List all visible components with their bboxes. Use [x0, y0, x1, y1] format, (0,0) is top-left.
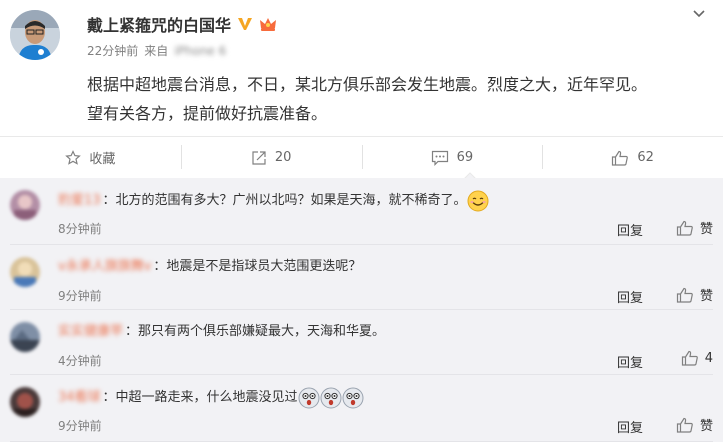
smile-emoji-icon — [467, 190, 489, 212]
comment-text: ：那只有两个俱乐部嫌疑最大，天海和华夏。 — [125, 324, 386, 339]
comment-body: 34看球 ：中超一路走来，什么地震没见过 — [58, 387, 364, 409]
member-crown-icon[interactable] — [259, 16, 277, 32]
like-count: 62 — [637, 150, 654, 165]
commenter-name[interactable]: 实实健康苹 — [58, 322, 123, 342]
comment-like-label: 赞 — [699, 419, 713, 434]
favorite-label: 收藏 — [89, 152, 116, 167]
comment-like-button[interactable]: 赞 — [676, 218, 713, 237]
comment-time: 4分钟前 — [58, 354, 102, 368]
comment-body: 豹爱13 ：北方的范围有多大？广州以北吗？如果是天海，就不稀奇了。 — [58, 190, 489, 212]
comment-like-button[interactable]: 4 — [681, 350, 713, 366]
thumbs-up-icon — [676, 417, 693, 433]
comment-like-count: 4 — [704, 350, 713, 366]
shocked-emoji-icon — [320, 387, 342, 409]
like-button[interactable]: 62 — [542, 137, 723, 178]
commenter-name[interactable]: 34看球 — [58, 388, 101, 408]
post-source-label: 来自 — [144, 44, 169, 58]
repost-icon — [252, 150, 266, 165]
post-time[interactable]: 22分钟前 — [87, 42, 138, 59]
comment-body: 实实健康苹 ：那只有两个俱乐部嫌疑最大，天海和华夏。 — [58, 322, 385, 342]
shocked-emoji-icon — [298, 387, 320, 409]
author-name[interactable]: 戴上紧箍咒的白国华 — [87, 12, 231, 36]
comment-text: ：地震是不是指球员大范围更迭呢？ — [153, 259, 362, 274]
chevron-down-icon[interactable] — [691, 6, 707, 22]
thumbs-up-icon — [612, 150, 629, 166]
reply-button[interactable]: 回复 — [617, 417, 643, 436]
post-text-line: 根据中超地震台消息，不日，某北方俱乐部会发生地震。烈度之大，近年罕见。 — [87, 75, 648, 94]
post-source-device[interactable]: iPhone 6 — [174, 44, 226, 58]
thumbs-up-icon — [676, 287, 693, 303]
post-meta: 22分钟前 来自 iPhone 6 — [87, 42, 226, 59]
comment-time: 9分钟前 — [58, 289, 102, 303]
commenter-avatar[interactable] — [10, 387, 40, 417]
commenter-name[interactable]: 豹爱13 — [58, 191, 101, 211]
comment-time: 8分钟前 — [58, 222, 102, 236]
comment-time: 9分钟前 — [58, 419, 102, 433]
comment-item: v永承人旗旗舞v ：地震是不是指球员大范围更迭呢？ 9分钟前 回复 赞 — [0, 245, 723, 310]
comment-text: ：北方的范围有多大？广州以北吗？如果是天海，就不稀奇了。 — [102, 193, 467, 208]
star-icon — [65, 149, 82, 165]
comment-body: v永承人旗旗舞v ：地震是不是指球员大范围更迭呢？ — [58, 257, 361, 277]
comment-item: 34看球 ：中超一路走来，什么地震没见过 9分钟前 回复 赞 — [0, 375, 723, 442]
post-content: 根据中超地震台消息，不日，某北方俱乐部会发生地震。烈度之大，近年罕见。 望有关各… — [87, 70, 707, 128]
commenter-avatar[interactable] — [10, 190, 40, 220]
comment-like-button[interactable]: 赞 — [676, 415, 713, 434]
repost-count: 20 — [274, 150, 292, 165]
reply-button[interactable]: 回复 — [617, 220, 643, 239]
thumbs-up-icon — [676, 220, 693, 236]
commenter-name[interactable]: v永承人旗旗舞v — [58, 257, 151, 277]
comment-like-label: 赞 — [699, 289, 713, 304]
repost-button[interactable]: 20 — [180, 137, 362, 178]
commenter-avatar[interactable] — [10, 322, 40, 352]
comment-item: 实实健康苹 ：那只有两个俱乐部嫌疑最大，天海和华夏。 4分钟前 回复 4 — [0, 310, 723, 375]
comment-item: 豹爱13 ：北方的范围有多大？广州以北吗？如果是天海，就不稀奇了。 8分钟前 回… — [0, 178, 723, 245]
comment-text: ：中超一路走来，什么地震没见过 — [102, 390, 298, 405]
shocked-emoji-icon — [342, 387, 364, 409]
comment-list: 豹爱13 ：北方的范围有多大？广州以北吗？如果是天海，就不稀奇了。 8分钟前 回… — [0, 178, 723, 442]
reply-button[interactable]: 回复 — [617, 287, 643, 306]
comment-like-button[interactable]: 赞 — [676, 285, 713, 304]
author-avatar[interactable] — [10, 10, 60, 60]
reply-button[interactable]: 回复 — [617, 352, 643, 371]
weibo-post: 戴上紧箍咒的白国华 22分钟前 来自 iPhone 6 根据中超地震台消息，不日… — [0, 0, 723, 136]
post-action-bar: 收藏 20 69 62 — [0, 136, 723, 179]
post-text-line: 望有关各方，提前做好抗震准备。 — [87, 104, 328, 123]
comment-like-label: 赞 — [699, 222, 713, 237]
favorite-button[interactable]: 收藏 — [0, 137, 181, 178]
comment-icon — [431, 150, 448, 166]
thumbs-up-icon — [681, 350, 698, 366]
author-row: 戴上紧箍咒的白国华 — [87, 12, 277, 36]
comment-count: 69 — [456, 150, 474, 165]
comment-button[interactable]: 69 — [361, 137, 543, 178]
commenter-avatar[interactable] — [10, 257, 40, 287]
verified-v-icon — [237, 16, 253, 32]
